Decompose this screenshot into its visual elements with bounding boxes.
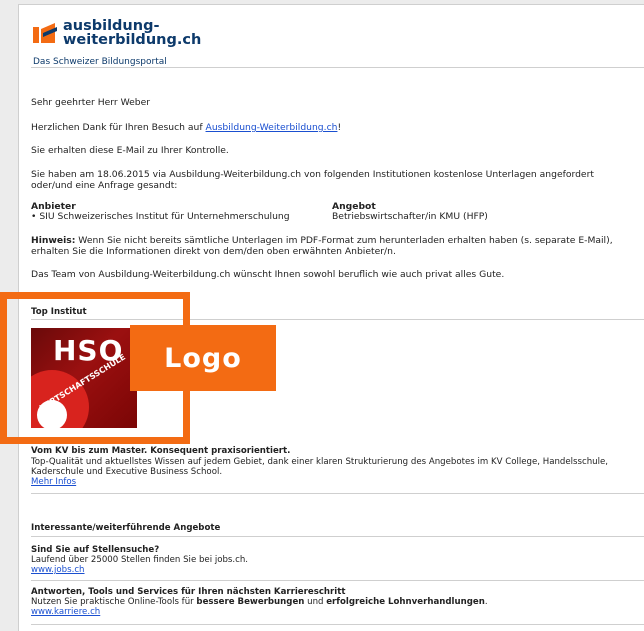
- thanks-line: Herzlichen Dank für Ihren Besuch auf Aus…: [31, 122, 342, 133]
- brand-logo-icon: [33, 23, 57, 43]
- salutation: Sehr geehrter Herr Weber: [31, 97, 151, 108]
- hinweis-line-1: Hinweis: Wenn Sie nicht bereits sämtlich…: [31, 235, 613, 246]
- intro-line-2: oder/und eine Anfrage gesandt:: [31, 180, 178, 191]
- hinweis-line-2: erhalten Sie die Informationen direkt vo…: [31, 246, 396, 257]
- divider: [31, 493, 644, 494]
- offers-heading: Interessante/weiterführende Angebote: [31, 523, 221, 533]
- logo-label-badge: Logo: [130, 325, 276, 391]
- mehr-infos-link[interactable]: Mehr Infos: [31, 477, 76, 487]
- top-institut-desc-1: Top-Qualität und aktuellstes Wissen auf …: [31, 457, 609, 467]
- divider: [31, 536, 644, 537]
- top-institut-heading: Top Institut: [31, 307, 87, 317]
- site-link[interactable]: Ausbildung-Weiterbildung.ch: [206, 122, 338, 133]
- email-body: ausbildung- weiterbildung.ch Das Schweiz…: [18, 4, 644, 631]
- top-institut-desc-2: Kaderschule und Executive Business Schoo…: [31, 467, 223, 477]
- control-line: Sie erhalten diese E-Mail zu Ihrer Kontr…: [31, 145, 229, 156]
- divider: [31, 319, 644, 320]
- brand-name: ausbildung- weiterbildung.ch: [63, 18, 202, 48]
- top-institut-title: Vom KV bis zum Master. Konsequent praxis…: [31, 446, 291, 456]
- team-line: Das Team von Ausbildung-Weiterbildung.ch…: [31, 269, 505, 280]
- header-divider: [31, 67, 644, 68]
- angebot-value: Betriebswirtschafter/in KMU (HFP): [332, 211, 488, 222]
- hso-logo-image[interactable]: HSO WIRTSCHAFTSSCHULE: [31, 328, 137, 428]
- karriere-link[interactable]: www.karriere.ch: [31, 607, 100, 617]
- request-table-row: • SIU Schweizerisches Institut für Unter…: [31, 211, 637, 222]
- hso-head-icon: [37, 400, 67, 428]
- jobs-link[interactable]: www.jobs.ch: [31, 565, 85, 575]
- anbieter-value: • SIU Schweizerisches Institut für Unter…: [31, 211, 290, 222]
- intro-line-1: Sie haben am 18.06.2015 via Ausbildung-W…: [31, 169, 594, 180]
- divider: [31, 624, 644, 625]
- brand-tagline: Das Schweizer Bildungsportal: [33, 57, 167, 67]
- divider: [31, 580, 644, 581]
